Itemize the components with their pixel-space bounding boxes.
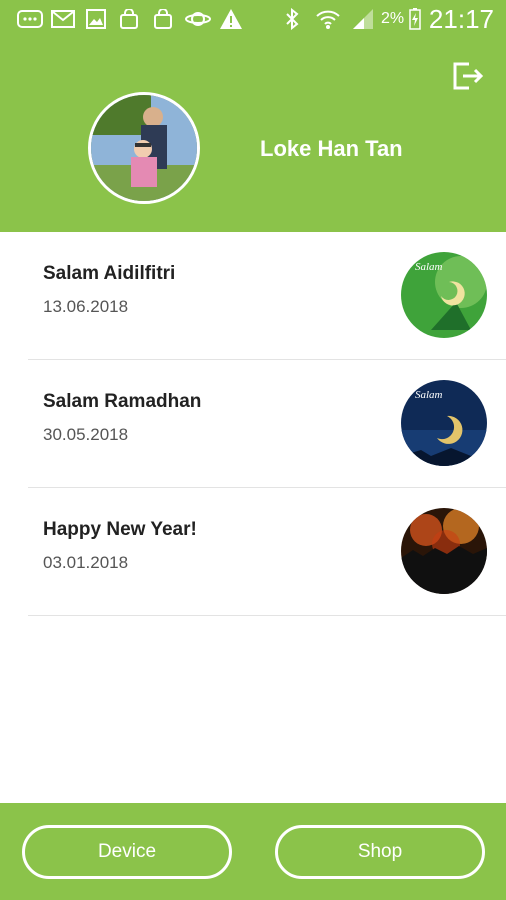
- item-date: 03.01.2018: [43, 553, 129, 572]
- clock-time: 21:17: [428, 4, 494, 34]
- shopping-bag-icon: [152, 8, 174, 30]
- divider: [28, 615, 506, 616]
- message-icon: [16, 8, 44, 30]
- item-title: Salam Aidilfitri: [43, 263, 176, 284]
- battery-percent: 2%: [381, 10, 405, 27]
- bluetooth-icon: [282, 8, 302, 30]
- list-item[interactable]: Salam Aidilfitri 13.06.2018 Salam: [0, 232, 506, 360]
- logout-icon[interactable]: [449, 58, 485, 94]
- svg-text:Salam: Salam: [415, 389, 443, 401]
- item-title: Salam Ramadhan: [43, 391, 202, 412]
- image-icon: [84, 8, 108, 30]
- item-date: 30.05.2018: [43, 425, 129, 444]
- status-bar: 2% 21:17: [0, 0, 506, 38]
- planet-icon: [184, 8, 212, 30]
- profile-header: 2% 21:17 Loke Han Tan: [0, 0, 506, 232]
- wifi-icon: [314, 8, 342, 30]
- item-title: Happy New Year!: [43, 519, 197, 540]
- avatar[interactable]: [88, 92, 200, 204]
- signal-icon: [350, 8, 376, 30]
- list-item[interactable]: Salam Ramadhan 30.05.2018 Salam: [0, 360, 506, 488]
- bottom-nav: Device Shop: [0, 803, 506, 900]
- list-item[interactable]: Happy New Year! 03.01.2018: [0, 488, 506, 616]
- profile-name: Loke Han Tan: [260, 136, 403, 161]
- battery-charging-icon: [408, 8, 422, 30]
- item-date: 13.06.2018: [43, 297, 129, 316]
- shop-button[interactable]: Shop: [275, 825, 485, 879]
- shopping-bag-icon: [118, 8, 140, 30]
- device-button[interactable]: Device: [22, 825, 232, 879]
- gmail-icon: [50, 8, 76, 30]
- fireworks-thumbnail: [401, 508, 487, 594]
- warning-icon: [218, 8, 244, 30]
- eid-greeting-thumbnail: Salam: [401, 252, 487, 338]
- ramadan-greeting-thumbnail: Salam: [401, 380, 487, 466]
- svg-text:Salam: Salam: [415, 261, 443, 273]
